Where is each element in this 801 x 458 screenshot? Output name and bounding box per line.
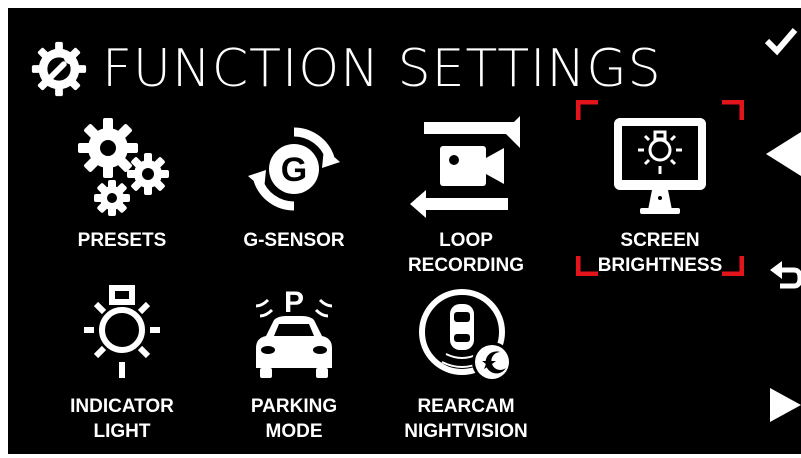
back-return-icon[interactable] [770,260,801,294]
menu-item-screen-brightness[interactable]: SCREEN BRIGHTNESS [580,114,740,278]
gears-icon [78,118,169,216]
parking-mode-icon: P [255,286,333,378]
menu-item-label: G-SENSOR [243,230,345,251]
confirm-check-icon[interactable] [764,26,798,56]
page-header: FUNCTION SETTINGS [28,34,662,104]
menu-item-presets[interactable]: PRESETS [42,114,202,253]
menu-item-label: SCREEN BRIGHTNESS [597,230,723,276]
menu-item-label: REARCAM NIGHTVISION [404,396,528,442]
rearcam-nightvision-icon [419,289,512,382]
menu-item-label: LOOP RECORDING [407,230,525,276]
next-arrow-icon[interactable] [770,388,801,422]
menu-item-rearcam-nightvision[interactable]: REARCAM NIGHTVISION [386,282,546,444]
loop-recording-icon [410,116,520,218]
menu-item-label: PARKING MODE [250,396,338,442]
previous-arrow-icon[interactable] [766,132,801,176]
svg-text:P: P [284,286,304,319]
wrench-gear-icon [31,41,87,97]
page-title: FUNCTION SETTINGS [102,39,662,99]
menu-item-label: INDICATOR LIGHT [70,396,174,442]
indicator-light-icon [84,285,160,378]
menu-item-parking-mode[interactable]: P PARKING MODE [214,282,374,444]
svg-text:G: G [281,151,307,189]
settings-screen: FUNCTION SETTINGS PRESETS G G-SENSOR LOO… [8,8,801,454]
menu-item-loop-recording[interactable]: LOOP RECORDING [386,114,546,278]
menu-item-g-sensor[interactable]: G G-SENSOR [214,114,374,253]
menu-item-indicator-light[interactable]: INDICATOR LIGHT [42,282,202,444]
screen-brightness-icon [614,118,706,214]
g-sensor-icon: G [248,127,340,211]
menu-item-label: PRESETS [77,230,167,251]
